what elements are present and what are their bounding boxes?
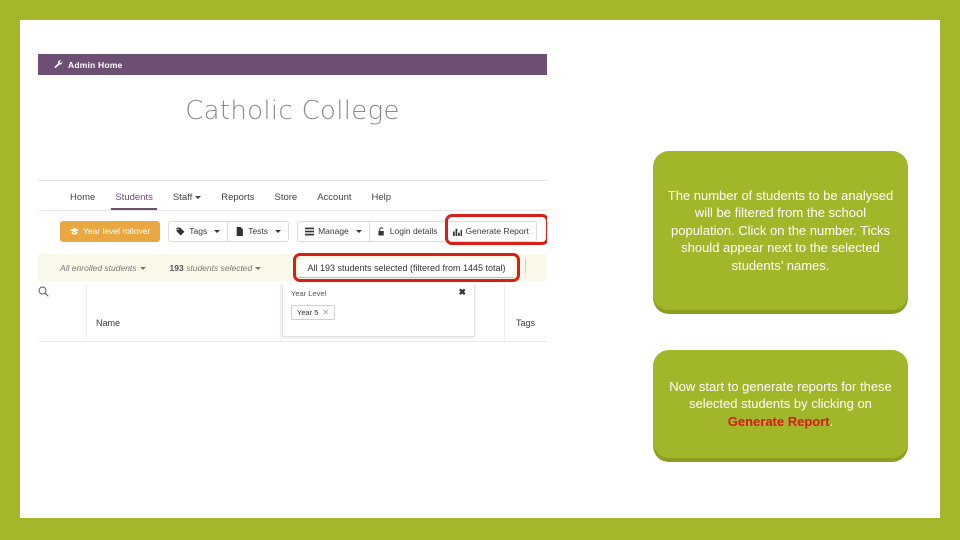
- column-divider: [280, 284, 281, 342]
- year-level-chip[interactable]: Year 5 ✕: [291, 305, 336, 320]
- chevron-down-icon: [275, 229, 282, 233]
- nav-item-home[interactable]: Home: [60, 192, 105, 210]
- callout-filter-students: The number of students to be analysed wi…: [653, 151, 908, 310]
- year-level-filter-panel: Year Level ✖ Year 5 ✕: [282, 284, 475, 337]
- chevron-down-icon: [139, 266, 146, 270]
- wrench-icon: [54, 60, 63, 69]
- nav-item-label: Home: [70, 192, 96, 203]
- year-level-rollover-label: Year level rollover: [83, 226, 151, 236]
- callout-text-after: .: [829, 413, 834, 429]
- callout-generate-reports-text: Now start to generate reports for these …: [667, 378, 894, 431]
- tag-icon: [176, 227, 185, 236]
- student-toolbar: Year level rollover Tags Tests Manage Lo…: [38, 216, 547, 246]
- application-screenshot: Admin Home Catholic College Home Student…: [28, 48, 547, 518]
- year-level-chip-label: Year 5: [297, 308, 319, 317]
- row-divider: [525, 259, 526, 273]
- generate-report-button[interactable]: Generate Report: [444, 220, 537, 242]
- callout-text-before: Now start to generate reports for these …: [669, 378, 892, 412]
- enrolled-students-filter[interactable]: All enrolled students: [60, 263, 146, 273]
- students-selected-label: students selected: [186, 262, 253, 273]
- admin-home-label: Admin Home: [68, 59, 123, 70]
- login-details-button[interactable]: Login details: [368, 220, 445, 242]
- manage-button[interactable]: Manage: [297, 220, 369, 242]
- enrolled-students-filter-label: All enrolled students: [60, 262, 137, 273]
- column-divider: [86, 284, 87, 342]
- file-icon: [235, 226, 244, 236]
- nav-item-reports[interactable]: Reports: [211, 192, 264, 210]
- bar-chart-icon: [452, 227, 462, 236]
- selection-summary-link[interactable]: All 193 students selected (filtered from…: [299, 259, 514, 278]
- callout-accent-text: Generate Report: [727, 413, 830, 429]
- nav-item-label: Reports: [221, 192, 255, 203]
- nav-item-account[interactable]: Account: [307, 192, 361, 210]
- chevron-down-icon: [214, 229, 221, 233]
- selected-count: 193: [169, 262, 184, 273]
- tests-button[interactable]: Tests: [227, 220, 290, 242]
- nav-item-label: Students: [115, 192, 153, 203]
- chevron-down-icon: [355, 229, 362, 233]
- list-icon: [305, 227, 315, 236]
- generate-report-label: Generate Report: [465, 226, 529, 236]
- column-header-tags: Tags: [516, 318, 536, 328]
- callout-generate-reports: Now start to generate reports for these …: [653, 350, 908, 458]
- login-details-label: Login details: [389, 226, 438, 236]
- tags-label: Tags: [189, 226, 208, 236]
- toolbar-button-group-1: Tags Tests: [168, 220, 290, 242]
- school-title: Catholic College: [185, 96, 400, 126]
- column-divider: [504, 284, 505, 342]
- column-header-name: Name: [96, 318, 121, 328]
- tags-button[interactable]: Tags: [168, 220, 228, 242]
- nav-item-label: Store: [274, 192, 298, 203]
- admin-home-bar[interactable]: Admin Home: [38, 54, 547, 75]
- main-navigation: Home Students Staff Reports Store Accoun…: [38, 180, 547, 211]
- nav-item-label: Account: [317, 192, 352, 203]
- slide-canvas: Admin Home Catholic College Home Student…: [20, 20, 940, 518]
- nav-item-students[interactable]: Students: [105, 192, 163, 210]
- chevron-down-icon: [195, 195, 202, 199]
- toolbar-button-group-2: Manage Login details Generate Report: [297, 220, 537, 242]
- lock-icon: [377, 226, 386, 236]
- callout-filter-students-text: The number of students to be analysed wi…: [667, 187, 894, 273]
- year-level-rollover-button[interactable]: Year level rollover: [60, 220, 161, 242]
- nav-item-staff[interactable]: Staff: [163, 192, 211, 210]
- manage-label: Manage: [318, 226, 349, 236]
- graduation-cap-icon: [70, 227, 79, 236]
- nav-item-store[interactable]: Store: [264, 192, 307, 210]
- nav-item-label: Help: [371, 192, 392, 203]
- chip-remove-icon[interactable]: ✕: [322, 308, 329, 317]
- nav-item-label: Staff: [172, 192, 193, 203]
- chevron-down-icon: [255, 266, 262, 270]
- close-icon[interactable]: ✖: [458, 288, 466, 297]
- search-icon[interactable]: [38, 284, 49, 297]
- tests-label: Tests: [248, 226, 269, 236]
- nav-item-help[interactable]: Help: [362, 192, 402, 210]
- students-selected-filter[interactable]: 193 students selected: [170, 263, 262, 273]
- year-level-panel-title: Year Level: [291, 289, 327, 298]
